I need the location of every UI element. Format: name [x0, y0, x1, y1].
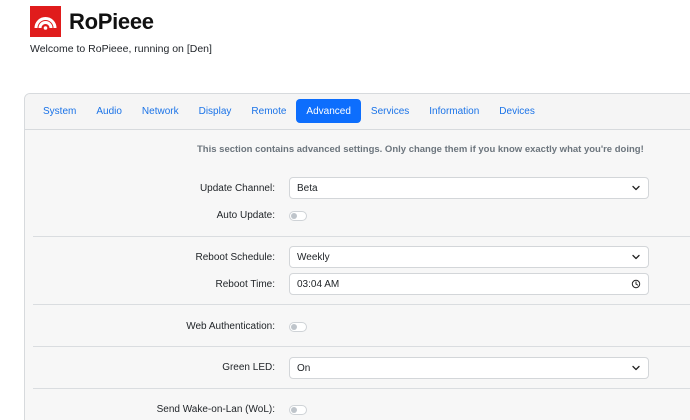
- brand-title: RoPieee: [69, 8, 154, 34]
- reboot-time-input[interactable]: 03:04 AM: [289, 273, 649, 295]
- ropieee-settings-page: RoPieee Welcome to RoPieee, running on […: [0, 0, 690, 420]
- section-divider: [33, 388, 690, 389]
- tab-advanced[interactable]: Advanced: [296, 99, 361, 123]
- welcome-message: Welcome to RoPieee, running on [Den]: [30, 43, 212, 55]
- reboot-schedule-select[interactable]: Weekly: [289, 246, 649, 268]
- green-led-value: On: [297, 362, 311, 374]
- settings-tabs: System Audio Network Display Remote Adva…: [25, 94, 690, 130]
- reboot-time-label: Reboot Time:: [215, 279, 275, 290]
- auto-update-toggle[interactable]: [289, 211, 307, 221]
- reboot-schedule-value: Weekly: [297, 251, 330, 263]
- tab-display[interactable]: Display: [189, 99, 242, 123]
- tab-system[interactable]: System: [33, 99, 86, 123]
- web-authentication-label: Web Authentication:: [186, 321, 275, 332]
- section-divider: [33, 304, 690, 305]
- green-led-label: Green LED:: [222, 362, 275, 373]
- wol-label: Send Wake-on-Lan (WoL):: [156, 404, 275, 415]
- reboot-time-value: 03:04 AM: [297, 278, 340, 290]
- tab-services[interactable]: Services: [361, 99, 419, 123]
- chevron-down-icon: [632, 185, 640, 191]
- update-channel-select[interactable]: Beta: [289, 177, 649, 199]
- wol-toggle[interactable]: [289, 405, 307, 415]
- tab-remote[interactable]: Remote: [241, 99, 296, 123]
- update-channel-label: Update Channel:: [199, 183, 275, 194]
- update-channel-value: Beta: [297, 182, 318, 194]
- web-authentication-toggle[interactable]: [289, 322, 307, 332]
- ropieee-logo-icon: [30, 6, 61, 37]
- brand: RoPieee: [30, 6, 154, 37]
- tab-devices[interactable]: Devices: [489, 99, 545, 123]
- section-divider: [33, 346, 690, 347]
- advanced-warning: This section contains advanced settings.…: [197, 144, 644, 155]
- settings-card: System Audio Network Display Remote Adva…: [24, 93, 690, 420]
- green-led-select[interactable]: On: [289, 357, 649, 379]
- chevron-down-icon: [632, 254, 640, 260]
- auto-update-label: Auto Update:: [216, 210, 275, 221]
- reboot-schedule-label: Reboot Schedule:: [195, 252, 275, 263]
- section-divider: [33, 236, 690, 237]
- tab-information[interactable]: Information: [419, 99, 489, 123]
- clock-icon: [631, 279, 641, 289]
- tab-audio[interactable]: Audio: [86, 99, 132, 123]
- chevron-down-icon: [632, 365, 640, 371]
- tab-network[interactable]: Network: [132, 99, 189, 123]
